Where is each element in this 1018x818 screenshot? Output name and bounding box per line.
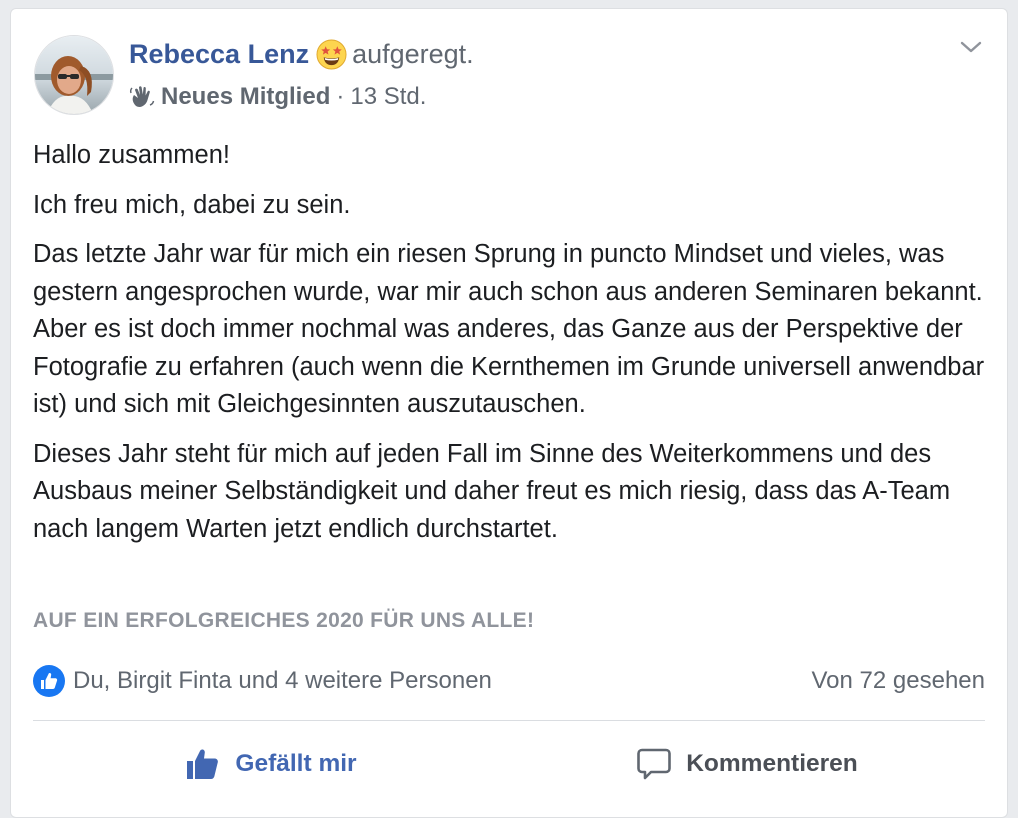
comment-button-label: Kommentieren	[686, 750, 858, 777]
comment-button[interactable]: Kommentieren	[509, 734, 985, 794]
post-headline: AUF EIN ERFOLGREICHES 2020 FÜR UNS ALLE!	[33, 609, 535, 632]
post-paragraph: Hallo zusammen!	[33, 141, 230, 169]
avatar-photo	[35, 36, 113, 114]
post-card: Rebecca Lenz aufgeregt. Neues Mitglied ·…	[10, 8, 1008, 818]
member-badge-label: Neues Mitglied	[161, 83, 331, 110]
meta-separator: ·	[336, 83, 345, 110]
avatar[interactable]	[34, 35, 114, 115]
post-paragraph: Dieses Jahr steht für mich auf jeden Fal…	[33, 439, 951, 543]
reactions-bar: Du, Birgit Finta und 4 weitere Personen …	[33, 663, 985, 699]
reaction-names[interactable]: Du, Birgit Finta und 4 weitere Personen	[73, 667, 812, 695]
post-paragraph: Ich freu mich, dabei zu sein.	[33, 190, 351, 219]
like-button-label: Gefällt mir	[235, 750, 357, 777]
star-struck-emoji-icon	[316, 39, 347, 70]
post-body: Hallo zusammen! Ich freu mich, dabei zu …	[33, 137, 993, 560]
post-timestamp[interactable]: 13 Std.	[350, 83, 426, 111]
speech-bubble-icon	[636, 746, 672, 782]
feeling-text: aufgeregt.	[352, 39, 474, 69]
like-button[interactable]: Gefällt mir	[33, 734, 509, 794]
thumbs-up-icon	[185, 746, 221, 782]
author-name[interactable]: Rebecca Lenz	[129, 39, 309, 70]
post-meta: Neues Mitglied · 13 Std.	[129, 83, 426, 111]
divider	[33, 720, 985, 721]
waving-hand-icon	[129, 84, 155, 110]
post-paragraph: Das letzte Jahr war für mich ein riesen …	[33, 240, 985, 418]
chevron-down-icon[interactable]	[959, 39, 983, 57]
post-header-line: Rebecca Lenz aufgeregt.	[129, 39, 474, 70]
like-badge-icon[interactable]	[33, 665, 65, 697]
action-bar: Gefällt mir Kommentieren	[33, 734, 985, 794]
seen-count[interactable]: Von 72 gesehen	[812, 667, 986, 695]
